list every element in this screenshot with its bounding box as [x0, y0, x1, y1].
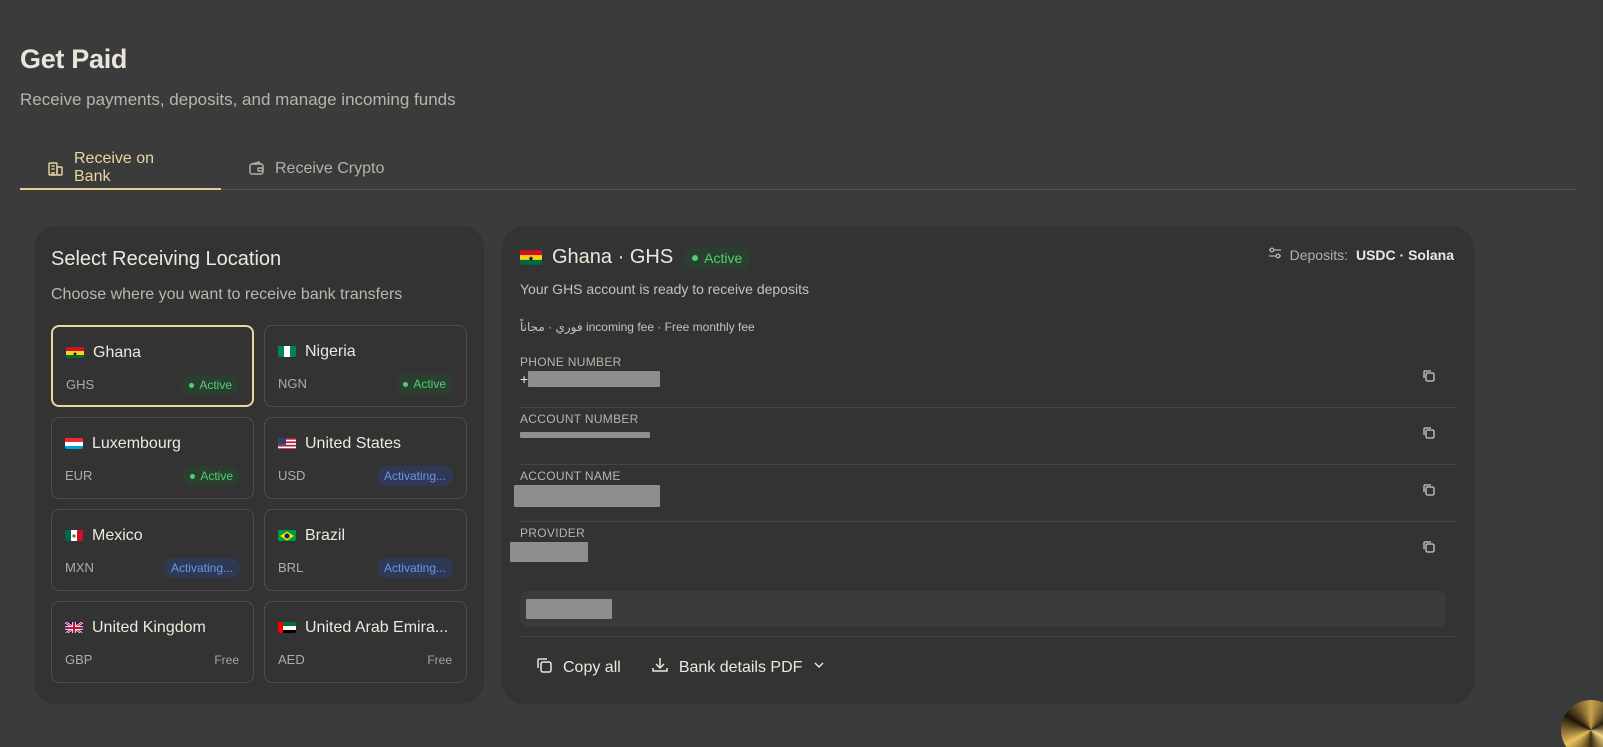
brazil-flag-icon: [278, 529, 296, 541]
location-card-ghana[interactable]: Ghana GHS Active: [51, 325, 254, 407]
location-card-united-kingdom[interactable]: United Kingdom GBP Free: [51, 601, 254, 683]
deposits-setting[interactable]: Deposits: USDC · Solana: [1268, 246, 1454, 263]
copy-icon[interactable]: [1422, 540, 1438, 556]
download-icon: [651, 656, 669, 679]
field-label: PROVIDER: [520, 526, 586, 540]
location-panel-title: Select Receiving Location: [51, 248, 282, 270]
account-description: Your GHS account is ready to receive dep…: [520, 281, 809, 297]
currency-code: MXN: [65, 560, 94, 575]
country-name: Mexico: [92, 527, 143, 544]
country-name: Ghana: [93, 344, 142, 361]
country-name: United Arab Emira...: [305, 619, 449, 636]
country-name: United States: [305, 435, 402, 452]
status-badge: Active: [182, 375, 239, 395]
currency-code: USD: [278, 468, 306, 483]
nigeria-flag-icon: [278, 345, 296, 357]
page-subtitle: Receive payments, deposits, and manage i…: [20, 90, 456, 109]
location-card-luxembourg[interactable]: Luxembourg EUR Active: [51, 417, 254, 499]
status-badge: Active: [183, 466, 240, 486]
ghana-flag-icon: [520, 250, 542, 265]
field-label: ACCOUNT NUMBER: [520, 412, 639, 426]
luxembourg-flag-icon: [65, 437, 83, 449]
bank-fields: PHONE NUMBER + ACCOUNT NUMBER ACCOUNT NA…: [510, 351, 1456, 579]
page-title: Get Paid: [20, 44, 128, 74]
country-name: Brazil: [305, 527, 346, 544]
copy-all-label: Copy all: [563, 658, 621, 676]
sliders-icon: [1268, 246, 1282, 263]
phone-prefix: +: [520, 371, 529, 387]
account-details-panel: Ghana · GHS Active Deposits: USDC · Sola…: [502, 226, 1474, 704]
location-card-united-states[interactable]: United States USD Activating...: [264, 417, 467, 499]
tab-label: Receive on Bank: [74, 150, 155, 185]
us-flag-icon: [278, 437, 296, 449]
account-name-field: ACCOUNT NAME: [514, 465, 1456, 522]
field-value: +: [520, 371, 661, 387]
country-name: Nigeria: [305, 343, 356, 360]
currency-code: AED: [278, 652, 305, 667]
bank-details-pdf-button[interactable]: Bank details PDF: [651, 656, 827, 679]
phone-number-field: PHONE NUMBER +: [520, 351, 1456, 408]
location-card-brazil[interactable]: Brazil BRL Activating...: [264, 509, 467, 591]
field-value: [520, 428, 650, 438]
location-card-uae[interactable]: United Arab Emira... AED Free: [264, 601, 467, 683]
actions-bar: Copy all Bank details PDF: [520, 636, 1456, 686]
tab-receive-on-bank[interactable]: Receive on Bank: [20, 148, 221, 190]
account-title: Ghana · GHS: [552, 246, 674, 268]
status-badge: Active: [396, 374, 453, 394]
status-badge: Active: [683, 246, 752, 269]
tab-bar: Receive on Bank Receive Crypto: [20, 148, 1575, 190]
copy-all-button[interactable]: Copy all: [535, 656, 621, 679]
uae-flag-icon: [278, 621, 296, 633]
field-label: ACCOUNT NAME: [520, 469, 621, 483]
country-name: Luxembourg: [92, 435, 181, 452]
deposits-value: USDC · Solana: [1355, 246, 1454, 263]
floating-assistant-button[interactable]: [1561, 700, 1603, 747]
currency-code: GBP: [65, 652, 93, 667]
currency-code: GHS: [66, 377, 95, 392]
chevron-down-icon: [812, 658, 826, 677]
location-card-nigeria[interactable]: Nigeria NGN Active: [264, 325, 467, 407]
ghana-flag-icon: [66, 346, 84, 358]
copy-icon[interactable]: [1422, 369, 1438, 385]
pdf-label: Bank details PDF: [678, 658, 803, 676]
currency-code: BRL: [278, 560, 304, 575]
fee-info: فوري · مجاناً incoming fee · Free monthl…: [520, 320, 755, 334]
copy-icon: [535, 656, 553, 679]
location-card-mexico[interactable]: Mexico MXN Activating...: [51, 509, 254, 591]
country-name: United Kingdom: [92, 619, 206, 636]
status-badge: Activating...: [376, 558, 453, 578]
mexico-flag-icon: [65, 529, 83, 541]
redacted-value: [510, 542, 588, 562]
account-number-field: ACCOUNT NUMBER: [520, 408, 1456, 465]
account-header: Ghana · GHS Active: [520, 246, 752, 269]
status-badge: Activating...: [376, 466, 453, 486]
uk-flag-icon: [65, 621, 83, 633]
copy-icon[interactable]: [1422, 483, 1438, 499]
location-panel: Select Receiving Location Choose where y…: [34, 226, 484, 704]
copy-icon[interactable]: [1422, 426, 1438, 442]
redacted-value: [514, 485, 660, 507]
currency-code: EUR: [65, 468, 93, 483]
redacted-value: [528, 371, 661, 387]
currency-code: NGN: [278, 376, 307, 391]
fee-label: Free: [214, 653, 239, 667]
deposits-label: Deposits:: [1289, 246, 1348, 263]
provider-field: PROVIDER: [510, 522, 1456, 579]
redacted-value: [526, 599, 612, 619]
status-badge: Activating...: [163, 558, 240, 578]
location-grid: Ghana GHS Active Nigeria NGN Active Luxe…: [51, 325, 467, 683]
fee-label: Free: [427, 653, 452, 667]
reference-note-box: [520, 591, 1446, 627]
field-value: [514, 485, 660, 507]
tab-receive-crypto[interactable]: Receive Crypto: [221, 148, 411, 189]
field-value: [510, 542, 588, 562]
location-panel-subtitle: Choose where you want to receive bank tr…: [51, 286, 403, 303]
tab-label: Receive Crypto: [275, 159, 385, 177]
redacted-value: [520, 432, 650, 438]
field-label: PHONE NUMBER: [520, 355, 622, 369]
wallet-icon: [248, 160, 265, 177]
bank-icon: [47, 160, 64, 177]
